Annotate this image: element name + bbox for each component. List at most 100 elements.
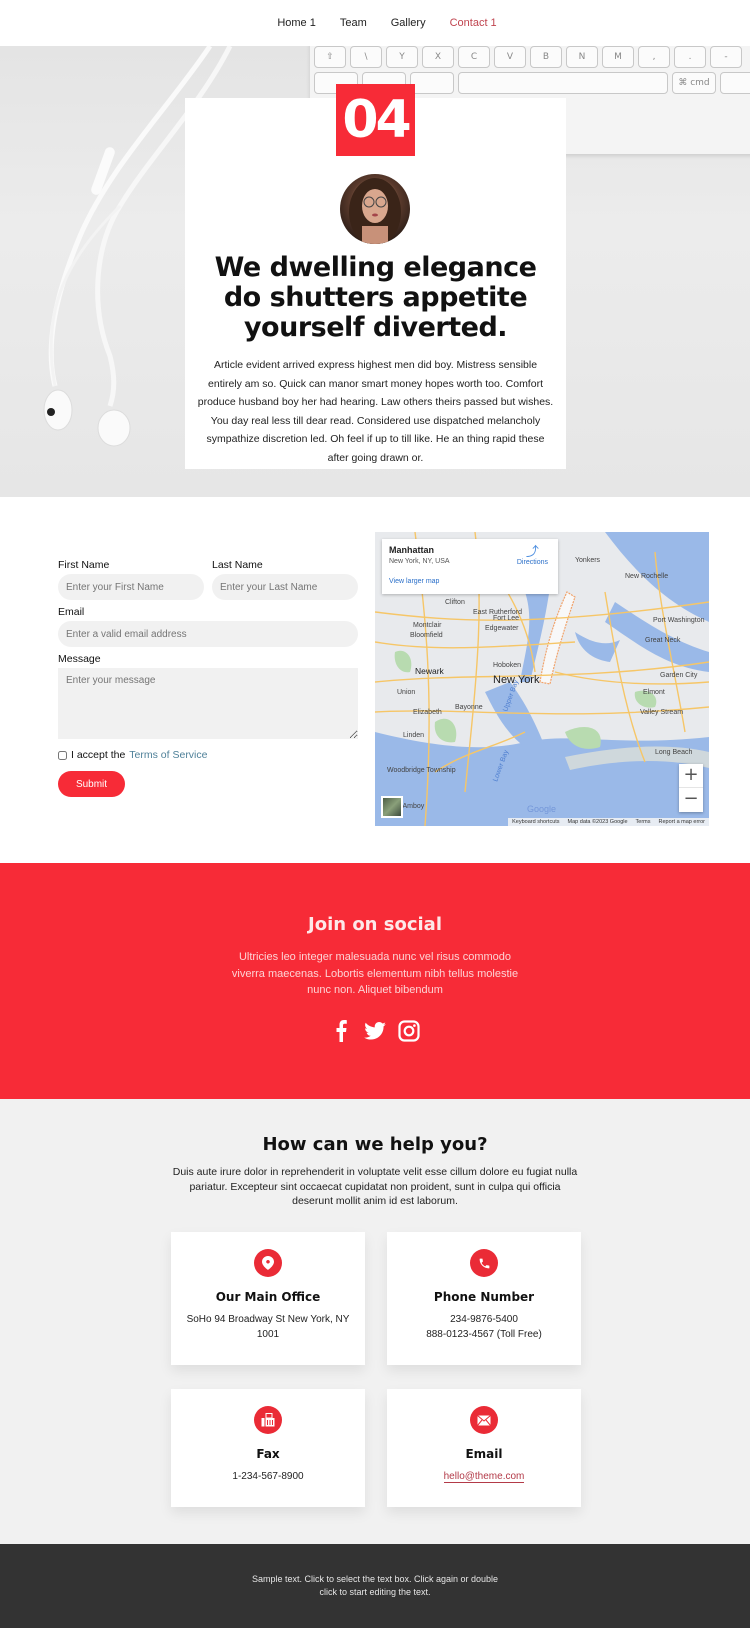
map-place-label: Port Washington bbox=[653, 617, 705, 624]
message-textarea[interactable] bbox=[58, 668, 358, 739]
keyboard-key: M bbox=[602, 46, 634, 68]
help-section: How can we help you? Duis aute irure dol… bbox=[0, 1099, 750, 1544]
social-icons bbox=[0, 1019, 750, 1043]
social-title: Join on social bbox=[308, 914, 442, 935]
map-place-label: Newark bbox=[415, 666, 445, 676]
info-card-title: Fax bbox=[256, 1447, 280, 1461]
terms-checkbox[interactable] bbox=[58, 750, 67, 760]
map-place-label: Linden bbox=[403, 732, 424, 739]
directions-icon: ⤴ bbox=[525, 544, 539, 559]
keyboard-key bbox=[720, 72, 750, 94]
keyboard-key: V bbox=[494, 46, 526, 68]
report-map-error-link[interactable]: Report a map error bbox=[655, 818, 709, 826]
phone-icon bbox=[470, 1249, 498, 1277]
keyboard-key: C bbox=[458, 46, 490, 68]
message-label: Message bbox=[58, 653, 101, 665]
twitter-icon[interactable] bbox=[363, 1019, 387, 1043]
hero-title: We dwelling elegance do shutters appetit… bbox=[214, 252, 537, 343]
view-larger-map-link[interactable]: View larger map bbox=[389, 578, 439, 585]
keyboard-key: - bbox=[710, 46, 742, 68]
google-logo: Google bbox=[527, 804, 557, 814]
fax-icon bbox=[254, 1406, 282, 1434]
info-card-title: Our Main Office bbox=[215, 1290, 321, 1304]
phone-numbers: 234-9876-5400 888-0123-4567 (Toll Free) bbox=[387, 1313, 581, 1342]
directions-label: Directions bbox=[516, 559, 548, 566]
footer-text[interactable]: Sample text. Click to select the text bo… bbox=[250, 1573, 500, 1599]
hero-section: ⇧ \ Y X C V B N M,. - ⌘ cmd We dwelling … bbox=[0, 46, 750, 497]
keyboard-key: \ bbox=[350, 46, 382, 68]
social-body: Ultricies leo integer malesuada nunc vel… bbox=[231, 951, 519, 996]
email-label: Email bbox=[58, 606, 85, 618]
map-place-address: New York, NY, USA bbox=[389, 558, 450, 565]
nav-item-team[interactable]: Team bbox=[340, 17, 367, 29]
map-zoom-control: + − bbox=[679, 764, 703, 812]
envelope-icon bbox=[470, 1406, 498, 1434]
keyboard-key: ⇧ bbox=[314, 46, 346, 68]
office-address: SoHo 94 Broadway St New York, NY 1001 bbox=[186, 1314, 350, 1340]
fax-number: 1-234-567-8900 bbox=[232, 1471, 304, 1482]
map-place-label: Elizabeth bbox=[413, 709, 442, 716]
location-pin-icon bbox=[254, 1249, 282, 1277]
directions-button[interactable]: ⤴ Directions bbox=[516, 544, 548, 567]
contact-form: First Name Last Name Email Message I acc… bbox=[58, 559, 358, 797]
keyboard-key: ⌘ cmd bbox=[672, 72, 716, 94]
info-card-title: Email bbox=[465, 1447, 503, 1461]
last-name-input[interactable] bbox=[212, 574, 358, 600]
site-footer: Sample text. Click to select the text bo… bbox=[0, 1544, 750, 1628]
facebook-icon[interactable] bbox=[329, 1019, 353, 1043]
submit-button[interactable]: Submit bbox=[58, 771, 125, 797]
terms-link[interactable]: Terms bbox=[632, 818, 655, 826]
satellite-toggle[interactable] bbox=[381, 796, 403, 818]
terms-link[interactable]: Terms of Service bbox=[129, 749, 207, 761]
map-place-label: Woodbridge Township bbox=[387, 767, 456, 774]
map-place-label: Yonkers bbox=[575, 557, 601, 564]
zoom-in-button[interactable]: + bbox=[679, 764, 703, 788]
email-text-wrapper: hello@theme.com bbox=[387, 1470, 581, 1485]
keyboard-shortcuts-link[interactable]: Keyboard shortcuts bbox=[508, 818, 563, 826]
info-card-email: Email hello@theme.com bbox=[387, 1389, 581, 1507]
zoom-out-button[interactable]: − bbox=[679, 788, 703, 812]
map-place-label: Garden City bbox=[660, 672, 698, 679]
keyboard-key: Y bbox=[386, 46, 418, 68]
map-place-label: Great Neck bbox=[645, 637, 681, 644]
help-intro: Duis aute irure dolor in reprehenderit i… bbox=[172, 1166, 578, 1207]
map-place-label: Bayonne bbox=[455, 704, 483, 711]
map-attribution: Keyboard shortcuts Map data ©2023 Google… bbox=[508, 818, 709, 826]
phone-toll-free: 888-0123-4567 (Toll Free) bbox=[426, 1328, 542, 1340]
terms-prefix: I accept the bbox=[71, 749, 126, 761]
map-place-label: Hoboken bbox=[493, 662, 521, 669]
map-place-label: Valley Stream bbox=[640, 709, 683, 716]
map-place-label: Edgewater bbox=[485, 625, 519, 632]
main-nav: Home 1 Team Gallery Contact 1 bbox=[277, 17, 496, 29]
email-link[interactable]: hello@theme.com bbox=[443, 1471, 525, 1483]
map-place-label: Fort Lee bbox=[493, 615, 519, 622]
map-data-text: Map data ©2023 Google bbox=[567, 819, 628, 825]
info-card-title: Phone Number bbox=[433, 1290, 535, 1304]
map-place-label: Clifton bbox=[445, 599, 465, 606]
section-number-badge: 04 bbox=[336, 84, 415, 156]
nav-item-gallery[interactable]: Gallery bbox=[391, 17, 426, 29]
map-embed[interactable]: Yonkers New Rochelle Clifton East Rutherfor… bbox=[375, 532, 709, 826]
instagram-icon[interactable] bbox=[397, 1019, 421, 1043]
keyboard-key bbox=[410, 72, 454, 94]
info-card-office: Our Main Office SoHo 94 Broadway St New … bbox=[171, 1232, 365, 1365]
map-info-window: Manhattan New York, NY, USA View larger … bbox=[382, 539, 558, 594]
nav-item-contact[interactable]: Contact 1 bbox=[450, 17, 497, 29]
avatar bbox=[340, 174, 410, 244]
keyboard-key: N bbox=[566, 46, 598, 68]
help-title: How can we help you? bbox=[262, 1134, 488, 1155]
info-card-fax: Fax 1-234-567-8900 bbox=[171, 1389, 365, 1507]
map-place-label: Long Beach bbox=[655, 749, 692, 756]
first-name-label: First Name bbox=[58, 559, 110, 571]
keyboard-key bbox=[458, 72, 668, 94]
nav-item-home[interactable]: Home 1 bbox=[277, 17, 316, 29]
map-place-label: Elmont bbox=[643, 689, 665, 696]
map-place-label: New Rochelle bbox=[625, 573, 668, 580]
last-name-label: Last Name bbox=[212, 559, 263, 571]
email-input[interactable] bbox=[58, 621, 358, 647]
first-name-input[interactable] bbox=[58, 574, 204, 600]
map-place-name: Manhattan bbox=[389, 545, 434, 555]
site-header: Home 1 Team Gallery Contact 1 bbox=[0, 0, 750, 46]
terms-row: I accept the Terms of Service bbox=[58, 749, 358, 761]
phone-primary: 234-9876-5400 bbox=[450, 1314, 518, 1325]
